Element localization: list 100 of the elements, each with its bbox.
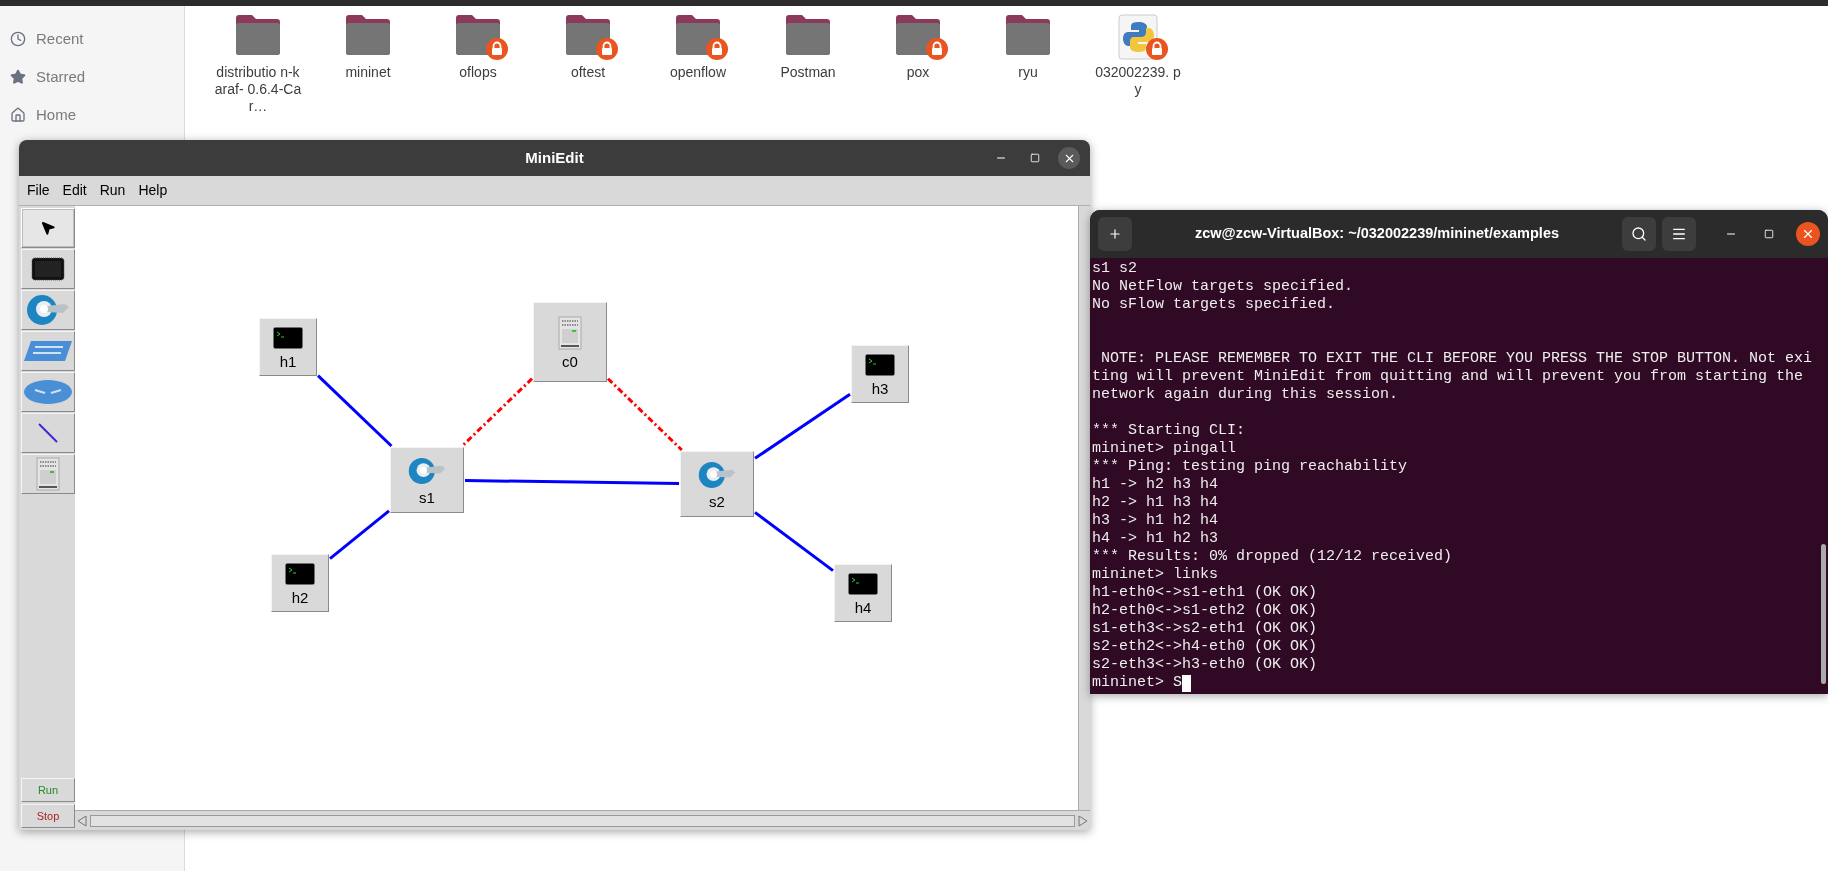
switch-node[interactable]: s1 [390, 447, 464, 513]
menu-item[interactable]: Help [138, 180, 168, 201]
directory-entry[interactable]: openflow [643, 14, 753, 115]
terminal-line: s2-eth3<->h3-eth0 (OK OK) [1092, 656, 1318, 674]
python-file-icon [1118, 14, 1158, 60]
tool-button[interactable] [21, 249, 75, 289]
controller-node[interactable]: c0 [533, 302, 607, 382]
terminal-line: *** Starting CLI: [1092, 422, 1246, 440]
terminal-line: ting will prevent MiniEdit from quitting and will prevent you from starting the [1092, 368, 1804, 386]
folder-icon [1004, 14, 1052, 56]
window-title: zcw@zcw-VirtualBox: ~/032002239/mininet/examples [1193, 224, 1561, 244]
menu-item[interactable]: File [27, 180, 50, 201]
terminal-icon [272, 325, 304, 350]
menu-icon [1671, 226, 1687, 242]
new-tab-icon [1108, 227, 1122, 241]
directory-entry[interactable]: oflops [423, 14, 533, 115]
close-button[interactable] [1058, 147, 1080, 169]
folder-icon [784, 14, 832, 56]
controller-icon [36, 457, 60, 491]
tool-button[interactable] [21, 413, 75, 453]
sidebar-item[interactable]: Recent [0, 20, 184, 58]
node-label: s2 [709, 493, 725, 509]
folder-icon [234, 14, 282, 56]
maximize-icon [1030, 153, 1040, 163]
horizontal-scrollbar[interactable] [75, 810, 1090, 830]
scroll-right-icon[interactable] [1077, 814, 1089, 827]
host-node[interactable]: h4 [834, 564, 892, 622]
terminal-line: No NetFlow targets specified. [1092, 278, 1354, 296]
node-label: h4 [854, 599, 872, 615]
node-label: h2 [291, 589, 309, 605]
terminal-line: h2 -> h1 h3 h4 [1092, 494, 1219, 512]
directory-entry[interactable]: 032002239. py [1083, 14, 1193, 115]
terminal-line: NOTE: PLEASE REMEMBER TO EXIT THE CLI BEFORE YOU PRESS THE STOP BUTTON. Not exi [1100, 350, 1813, 368]
directory-entry[interactable]: pox [863, 14, 973, 115]
menu-item[interactable]: Edit [62, 180, 87, 201]
terminal-line: mininet> pingall [1092, 440, 1237, 458]
link-line[interactable] [464, 479, 680, 485]
link-line-icon [37, 422, 59, 444]
folder-icon [344, 14, 392, 56]
terminal-line: h4 -> h1 h2 h3 [1092, 530, 1219, 548]
directory-entry[interactable]: oftest [533, 14, 643, 115]
search-icon [1631, 226, 1647, 242]
close-icon [1801, 227, 1815, 241]
vertical-scrollbar[interactable] [1078, 206, 1090, 810]
host-node[interactable]: h2 [271, 554, 329, 612]
star-icon [10, 69, 26, 85]
directory-entry[interactable]: ryu [973, 14, 1083, 115]
node-label: h3 [871, 380, 889, 396]
terminal-line: h1 -> h2 h3 h4 [1092, 476, 1219, 494]
link-line[interactable] [754, 393, 851, 460]
controller-link-line[interactable] [606, 377, 683, 452]
link-line[interactable] [316, 374, 393, 448]
link-line[interactable] [329, 509, 390, 560]
directory-entry[interactable]: mininet [313, 14, 423, 115]
legacy-router-icon [23, 379, 73, 405]
close-button[interactable] [1796, 222, 1820, 246]
terminal-line: network again during this session. [1092, 386, 1399, 404]
terminal-line: *** Results: 0% dropped (12/12 received) [1092, 548, 1453, 566]
terminal-line: s1 s2 [1092, 260, 1137, 278]
new-tab-button[interactable] [1098, 217, 1132, 251]
terminal-line: h1-eth0<->s1-eth1 (OK OK) [1092, 584, 1318, 602]
host-node[interactable]: h1 [259, 318, 317, 376]
terminal-line: h3 -> h1 h2 h4 [1092, 512, 1219, 530]
link-line[interactable] [754, 511, 834, 572]
topology-canvas[interactable]: h1 h2 c0 h3 h4 s1 s2 [75, 206, 1078, 810]
host-node[interactable]: h3 [851, 345, 909, 403]
sidebar-item[interactable]: Home [0, 96, 184, 134]
sidebar-item[interactable]: Starred [0, 58, 184, 96]
search-button[interactable] [1622, 217, 1656, 251]
switch-node[interactable]: s2 [680, 451, 754, 517]
terminal-line: No sFlow targets specified. [1092, 296, 1336, 314]
directory-entry[interactable]: distributio n-karaf- 0.6.4-Car… [203, 14, 313, 115]
terminal-icon [864, 352, 896, 377]
controller-link-line[interactable] [461, 377, 534, 448]
pointer-icon [40, 220, 56, 236]
switch-icon [407, 455, 447, 486]
terminal-line: *** Ping: testing ping reachability [1092, 458, 1408, 476]
node-label: s1 [419, 489, 435, 505]
terminal-line: s2-eth2<->h4-eth0 (OK OK) [1092, 638, 1318, 656]
host-icon [31, 257, 65, 281]
clock-icon [10, 31, 26, 47]
legacy-switch-icon [23, 339, 73, 363]
home-icon [10, 107, 26, 123]
switch-icon [25, 293, 71, 327]
terminal-icon [847, 571, 879, 596]
scrollbar-thumb[interactable] [1820, 544, 1826, 684]
menu-button[interactable] [1662, 217, 1696, 251]
terminal-line: mininet> links [1092, 566, 1219, 584]
menu-item[interactable]: Run [99, 180, 126, 201]
terminal-line: h2-eth0<->s1-eth2 (OK OK) [1092, 602, 1318, 620]
switch-icon [697, 459, 737, 490]
scroll-left-icon[interactable] [76, 814, 88, 827]
window-title: MiniEdit [525, 147, 584, 168]
terminal-icon [284, 561, 316, 586]
stop-button[interactable]: Stop [21, 804, 75, 828]
terminal-line: s1-eth3<->s2-eth1 (OK OK) [1092, 620, 1318, 638]
directory-entry[interactable]: Postman [753, 14, 863, 115]
node-label: c0 [562, 353, 578, 369]
controller-icon [558, 315, 582, 350]
node-label: h1 [279, 353, 297, 369]
